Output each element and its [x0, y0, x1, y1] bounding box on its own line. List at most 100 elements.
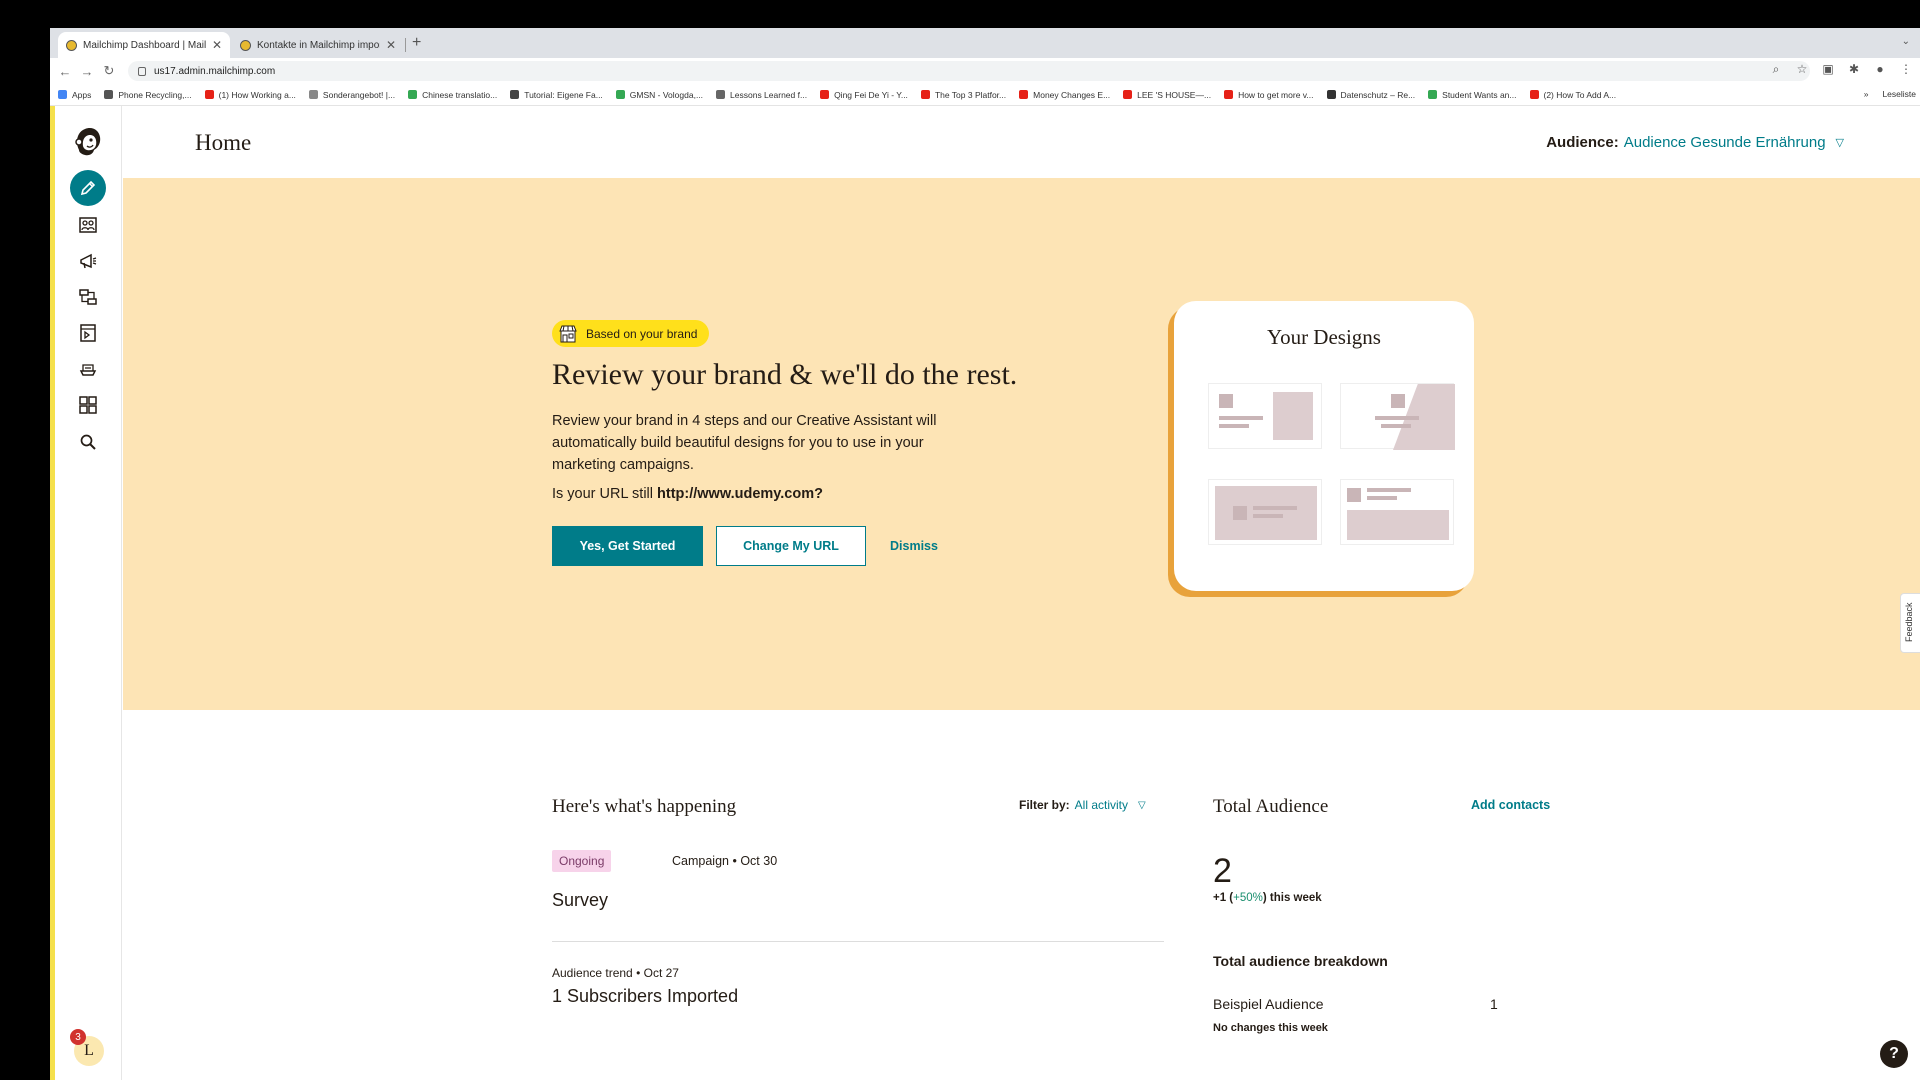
design-thumbnail: [1208, 479, 1322, 545]
breakdown-note: No changes this week: [1213, 1022, 1328, 1034]
mailchimp-favicon-icon: [240, 39, 251, 51]
bookmark-favicon-icon: [615, 90, 625, 99]
integrations-grid-icon[interactable]: [69, 386, 107, 424]
status-badge: Ongoing: [552, 850, 612, 872]
bookmark-favicon-icon: [1224, 90, 1234, 99]
lock-icon: [138, 66, 146, 76]
help-button[interactable]: ?: [1880, 1040, 1908, 1068]
change-my-url-button[interactable]: Change My URL: [716, 526, 866, 566]
activity-type: Audience trend: [552, 966, 633, 980]
activity-filter[interactable]: Filter by: All activity ▽: [1019, 798, 1146, 812]
total-audience-count: 2: [1213, 852, 1232, 890]
yes-get-started-button[interactable]: Yes, Get Started: [552, 526, 703, 566]
browser-menu-icon[interactable]: ⋮: [1898, 62, 1914, 77]
breakdown-audience-count: 1: [1490, 996, 1498, 1012]
new-tab-plus-icon[interactable]: +: [412, 34, 421, 52]
add-contacts-link[interactable]: Add contacts: [1471, 798, 1550, 812]
bookmark-item[interactable]: Lessons Learned f...: [716, 90, 807, 100]
bookmark-favicon-icon: [1123, 90, 1133, 99]
mailchimp-favicon-icon: [66, 39, 77, 51]
bookmark-item[interactable]: LEE 'S HOUSE—...: [1123, 90, 1211, 100]
tab-search-chevron-icon[interactable]: ⌄: [1902, 36, 1910, 47]
change-percent: +50%: [1233, 892, 1263, 904]
extension-icon[interactable]: ▣: [1820, 62, 1836, 77]
breakdown-audience-name: Beispiel Audience: [1213, 996, 1324, 1012]
divider: [552, 941, 1164, 942]
bookmark-item[interactable]: How to get more v...: [1224, 90, 1314, 100]
search-icon[interactable]: [69, 423, 107, 461]
campaigns-megaphone-icon[interactable]: [69, 242, 107, 280]
url-text: us17.admin.mailchimp.com: [154, 65, 276, 77]
bookmark-item[interactable]: Qing Fei De Yi - Y...: [820, 90, 908, 100]
bookmark-label: Student Wants an...: [1442, 89, 1517, 100]
dismiss-button[interactable]: Dismiss: [879, 526, 949, 566]
chevron-down-icon[interactable]: ▽: [1138, 800, 1146, 811]
bookmarks-overflow: » Leseliste: [1864, 89, 1916, 99]
tab-strip: Mailchimp Dashboard | Mailch... ✕ Kontak…: [50, 28, 1920, 58]
reload-icon[interactable]: ↻: [98, 63, 120, 79]
website-icon[interactable]: [69, 314, 107, 352]
bookmark-star-icon[interactable]: ☆: [1794, 62, 1810, 77]
mailchimp-freddie-logo-icon[interactable]: [67, 120, 109, 162]
bookmark-item[interactable]: Sonderangebot! |...: [308, 90, 395, 100]
your-designs-title: Your Designs: [1267, 325, 1381, 349]
tag-label: Based on your brand: [586, 326, 698, 341]
banner-description: Review your brand in 4 steps and our Cre…: [552, 413, 937, 473]
bookmark-item[interactable]: Apps: [58, 90, 91, 100]
bookmark-item[interactable]: (1) How Working a...: [204, 90, 296, 100]
design-thumbnail: [1340, 383, 1455, 450]
breakdown-title: Total audience breakdown: [1213, 953, 1388, 969]
bookmark-label: Qing Fei De Yi - Y...: [834, 89, 908, 100]
activity-meta: Audience trend • Oct 27: [552, 966, 679, 980]
bookmark-item[interactable]: Tutorial: Eigene Fa...: [510, 90, 603, 100]
bookmark-item[interactable]: The Top 3 Platfor...: [920, 90, 1006, 100]
bookmark-label: Money Changes E...: [1033, 89, 1111, 100]
activity-date: • Oct 30: [732, 854, 778, 868]
chevron-down-icon[interactable]: ▽: [1836, 136, 1844, 149]
close-tab-icon[interactable]: ✕: [386, 38, 396, 52]
activity-type: Campaign: [672, 854, 729, 868]
automations-icon[interactable]: [69, 278, 107, 316]
reading-list-button[interactable]: Leseliste: [1882, 89, 1916, 99]
tab-kontakte-importieren[interactable]: Kontakte in Mailchimp importi... ✕: [232, 32, 404, 58]
zoom-icon[interactable]: ⌕: [1768, 62, 1784, 77]
back-arrow-icon[interactable]: ←: [54, 64, 76, 79]
total-audience-title: Total Audience: [1213, 796, 1329, 817]
tab-mailchimp-dashboard[interactable]: Mailchimp Dashboard | Mailch... ✕: [58, 32, 230, 58]
bookmark-item[interactable]: (2) How To Add A...: [1529, 90, 1616, 100]
feedback-tab[interactable]: Feedback: [1900, 593, 1920, 653]
bookmark-label: Tutorial: Eigene Fa...: [524, 89, 603, 100]
forward-arrow-icon[interactable]: →: [76, 64, 98, 79]
your-designs-card: Your Designs: [1174, 301, 1474, 591]
bookmark-item[interactable]: Phone Recycling,...: [104, 90, 192, 100]
bookmark-item[interactable]: Student Wants an...: [1428, 89, 1517, 100]
notification-badge[interactable]: 3: [70, 1029, 86, 1045]
url-question: Is your URL still http://www.udemy.com?: [552, 486, 823, 502]
audience-value[interactable]: Audience Gesunde Ernährung: [1624, 134, 1826, 151]
address-bar[interactable]: us17.admin.mailchimp.com: [128, 61, 1810, 81]
activity-meta: Campaign • Oct 30: [672, 854, 777, 868]
close-tab-icon[interactable]: ✕: [212, 38, 222, 52]
content-studio-icon[interactable]: [69, 350, 107, 388]
more-bookmarks-chevron[interactable]: »: [1864, 89, 1869, 99]
create-pencil-icon[interactable]: [70, 170, 106, 206]
bookmark-favicon-icon: [204, 90, 214, 99]
bookmark-label: Apps: [72, 89, 92, 100]
bookmark-favicon-icon: [510, 90, 520, 99]
bookmark-favicon-icon: [408, 90, 418, 99]
activity-title[interactable]: Survey: [552, 890, 608, 911]
bookmark-item[interactable]: Money Changes E...: [1019, 90, 1110, 100]
bookmark-item[interactable]: GMSN - Vologda,...: [615, 90, 703, 100]
bookmark-favicon-icon: [920, 90, 930, 99]
design-thumbnail: [1208, 383, 1322, 449]
filter-label: Filter by:: [1019, 798, 1070, 812]
bookmark-item[interactable]: Chinese translatio...: [408, 90, 497, 100]
activity-title[interactable]: 1 Subscribers Imported: [552, 986, 738, 1007]
audience-icon[interactable]: [69, 206, 107, 244]
audience-selector[interactable]: Audience: Audience Gesunde Ernährung ▽: [1546, 134, 1844, 151]
bookmark-item[interactable]: Datenschutz – Re...: [1326, 90, 1415, 100]
bookmark-favicon-icon: [1529, 90, 1539, 99]
profile-icon[interactable]: ●: [1872, 62, 1888, 77]
filter-value[interactable]: All activity: [1075, 798, 1128, 812]
extensions-puzzle-icon[interactable]: ✱: [1846, 62, 1862, 77]
